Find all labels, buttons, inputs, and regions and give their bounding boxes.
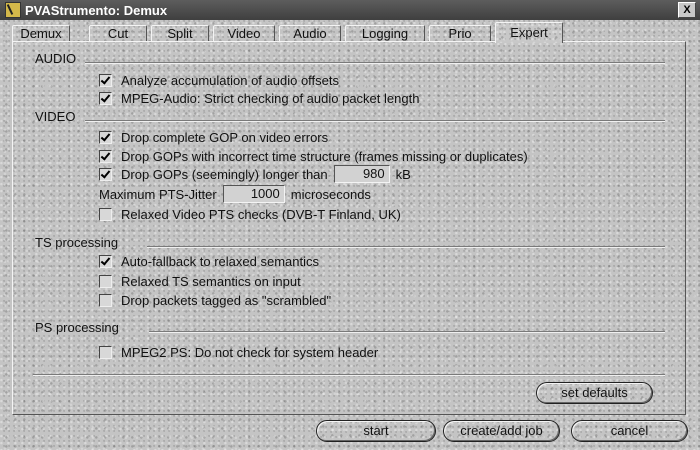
tab-prio[interactable]: Prio xyxy=(429,25,491,42)
video-option-drop-incorrect-time[interactable]: Drop GOPs with incorrect time structure … xyxy=(99,149,528,164)
title-bar: PVAStrumento: Demux X xyxy=(0,0,700,20)
bottom-separator xyxy=(33,374,665,376)
create-add-job-button[interactable]: create/add job xyxy=(443,420,560,442)
tab-demux[interactable]: Demux xyxy=(12,25,70,42)
gop-length-input[interactable]: 980 xyxy=(333,165,390,183)
pts-jitter-row: Maximum PTS-Jitter 1000 microseconds xyxy=(99,185,371,203)
option-label: Relaxed Video PTS checks (DVB-T Finland,… xyxy=(121,207,401,222)
ts-option-relaxed-semantics[interactable]: Relaxed TS semantics on input xyxy=(99,274,301,289)
option-label: Drop GOPs with incorrect time structure … xyxy=(121,149,528,164)
option-label: Auto-fallback to relaxed semantics xyxy=(121,254,319,269)
expert-panel: AUDIO Analyze accumulation of audio offs… xyxy=(12,41,686,415)
video-separator xyxy=(85,120,665,122)
pts-jitter-input[interactable]: 1000 xyxy=(222,185,285,203)
unit-label: kB xyxy=(395,166,411,182)
audio-option-strict-length[interactable]: MPEG-Audio: Strict checking of audio pac… xyxy=(99,91,419,106)
video-option-drop-complete-gop[interactable]: Drop complete GOP on video errors xyxy=(99,130,328,145)
checkbox[interactable] xyxy=(99,92,112,105)
checkbox[interactable] xyxy=(99,167,112,181)
cancel-button[interactable]: cancel xyxy=(571,420,688,442)
tab-cut[interactable]: Cut xyxy=(89,25,147,42)
tab-expert[interactable]: Expert xyxy=(495,22,563,43)
start-button[interactable]: start xyxy=(316,420,436,442)
checkbox[interactable] xyxy=(99,208,112,221)
ps-separator xyxy=(149,331,665,333)
audio-separator xyxy=(85,62,665,64)
option-label: Relaxed TS semantics on input xyxy=(121,274,301,289)
ts-separator xyxy=(147,246,665,248)
pts-jitter-label: Maximum PTS-Jitter xyxy=(99,186,217,202)
ts-group-title: TS processing xyxy=(35,235,119,250)
unit-label: microseconds xyxy=(290,186,371,202)
checkbox[interactable] xyxy=(99,150,112,163)
option-label: Analyze accumulation of audio offsets xyxy=(121,73,340,88)
close-button[interactable]: X xyxy=(678,2,696,18)
window-title: PVAStrumento: Demux xyxy=(25,2,168,18)
tab-strip: Demux Cut Split Video Audio Logging Prio… xyxy=(10,22,690,43)
set-defaults-button[interactable]: set defaults xyxy=(536,382,653,404)
ts-option-auto-fallback[interactable]: Auto-fallback to relaxed semantics xyxy=(99,254,319,269)
tab-audio[interactable]: Audio xyxy=(279,25,341,42)
checkbox[interactable] xyxy=(99,255,112,268)
ps-option-system-header[interactable]: MPEG2 PS: Do not check for system header xyxy=(99,345,378,360)
option-label: MPEG2 PS: Do not check for system header xyxy=(121,345,379,360)
tab-video[interactable]: Video xyxy=(213,25,275,42)
ts-option-drop-scrambled[interactable]: Drop packets tagged as "scrambled" xyxy=(99,293,331,308)
checkbox[interactable] xyxy=(99,294,112,307)
app-icon xyxy=(5,2,21,18)
video-option-relaxed-pts[interactable]: Relaxed Video PTS checks (DVB-T Finland,… xyxy=(99,207,401,222)
checkbox[interactable] xyxy=(99,131,112,144)
audio-group-title: AUDIO xyxy=(35,51,77,66)
checkbox[interactable] xyxy=(99,275,112,288)
checkbox[interactable] xyxy=(99,74,112,87)
checkbox[interactable] xyxy=(99,346,112,359)
option-label: MPEG-Audio: Strict checking of audio pac… xyxy=(121,91,420,106)
option-label: Drop GOPs (seemingly) longer than xyxy=(121,166,328,182)
tab-logging[interactable]: Logging xyxy=(345,25,425,42)
option-label: Drop packets tagged as "scrambled" xyxy=(121,293,332,308)
audio-option-analyze[interactable]: Analyze accumulation of audio offsets xyxy=(99,73,339,88)
video-option-drop-longer[interactable]: Drop GOPs (seemingly) longer than 980 kB xyxy=(99,165,411,183)
video-group-title: VIDEO xyxy=(35,109,76,124)
ps-group-title: PS processing xyxy=(35,320,119,335)
option-label: Drop complete GOP on video errors xyxy=(121,130,329,145)
tab-split[interactable]: Split xyxy=(151,25,209,42)
